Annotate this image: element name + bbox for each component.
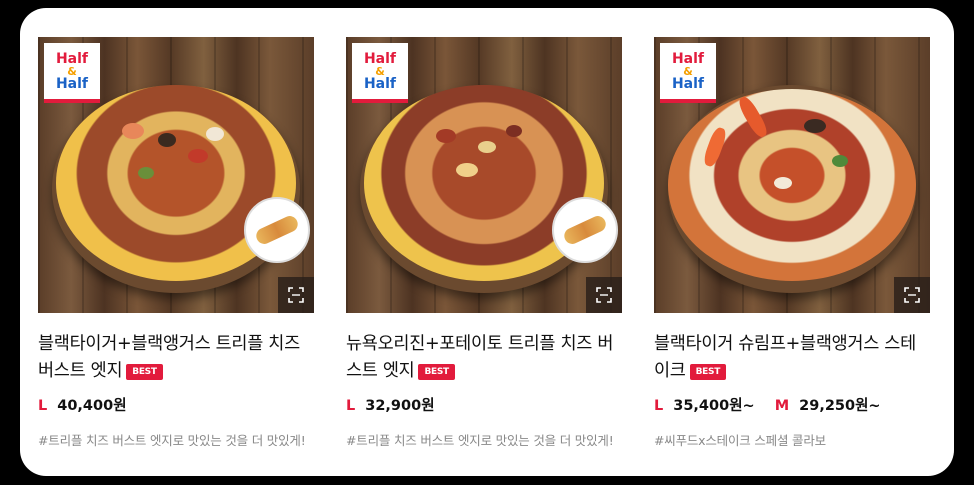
half-and-half-logo: Half & Half <box>44 43 100 103</box>
product-image[interactable]: Half & Half <box>38 37 314 313</box>
half-and-half-logo: Half & Half <box>352 43 408 103</box>
price-size-label: L <box>654 398 664 414</box>
product-description: #트리플 치즈 버스트 엣지로 맛있는 것을 더 맛있게! <box>346 433 614 448</box>
product-card[interactable]: Half & Half 뉴욕오리진+포테이토 트리플 치즈 버스트 엣지 BEST… <box>346 37 622 449</box>
product-name[interactable]: 블랙타이거 슈림프+블랙앵거스 스테이크 BEST <box>654 331 930 385</box>
product-description: #트리플 치즈 버스트 엣지로 맛있는 것을 더 맛있게! <box>38 433 306 448</box>
product-list-panel: Half & Half 블랙타이거+블랙앵거스 트리플 치즈 버스트 엣지 BES… <box>20 8 954 476</box>
price-amount: 35,400원~ <box>673 398 755 414</box>
expand-icon <box>596 287 612 303</box>
product-price: L 35,400원~ M 29,250원~ <box>654 394 930 416</box>
price-size-label: M <box>774 398 790 414</box>
zoom-button[interactable] <box>586 277 622 313</box>
product-name[interactable]: 블랙타이거+블랙앵거스 트리플 치즈 버스트 엣지 BEST <box>38 331 314 385</box>
product-price: L 32,900원 <box>346 394 622 416</box>
side-dish-image <box>244 197 310 263</box>
product-card[interactable]: Half & Half 블랙타이거 슈림프+블랙앵거스 스테이크 BEST L 35… <box>654 37 930 449</box>
price-amount: 40,400원 <box>57 398 127 414</box>
price-amount: 29,250원~ <box>799 398 881 414</box>
product-name[interactable]: 뉴욕오리진+포테이토 트리플 치즈 버스트 엣지 BEST <box>346 331 622 385</box>
pizza-image <box>668 89 916 281</box>
side-dish-image <box>552 197 618 263</box>
product-price: L 40,400원 <box>38 394 314 416</box>
best-badge: BEST <box>126 364 163 380</box>
zoom-button[interactable] <box>894 277 930 313</box>
product-image[interactable]: Half & Half <box>654 37 930 313</box>
product-description: #씨푸드x스테이크 스페셜 콜라보 <box>654 433 826 448</box>
best-badge: BEST <box>689 364 727 380</box>
half-and-half-logo: Half & Half <box>660 43 716 103</box>
product-image[interactable]: Half & Half <box>346 37 622 313</box>
price-amount: 32,900원 <box>365 398 435 414</box>
expand-icon <box>288 287 304 303</box>
price-size-label: L <box>346 398 356 414</box>
product-card[interactable]: Half & Half 블랙타이거+블랙앵거스 트리플 치즈 버스트 엣지 BES… <box>38 37 314 449</box>
best-badge: BEST <box>418 364 455 380</box>
price-size-label: L <box>38 398 48 414</box>
zoom-button[interactable] <box>278 277 314 313</box>
expand-icon <box>904 287 920 303</box>
